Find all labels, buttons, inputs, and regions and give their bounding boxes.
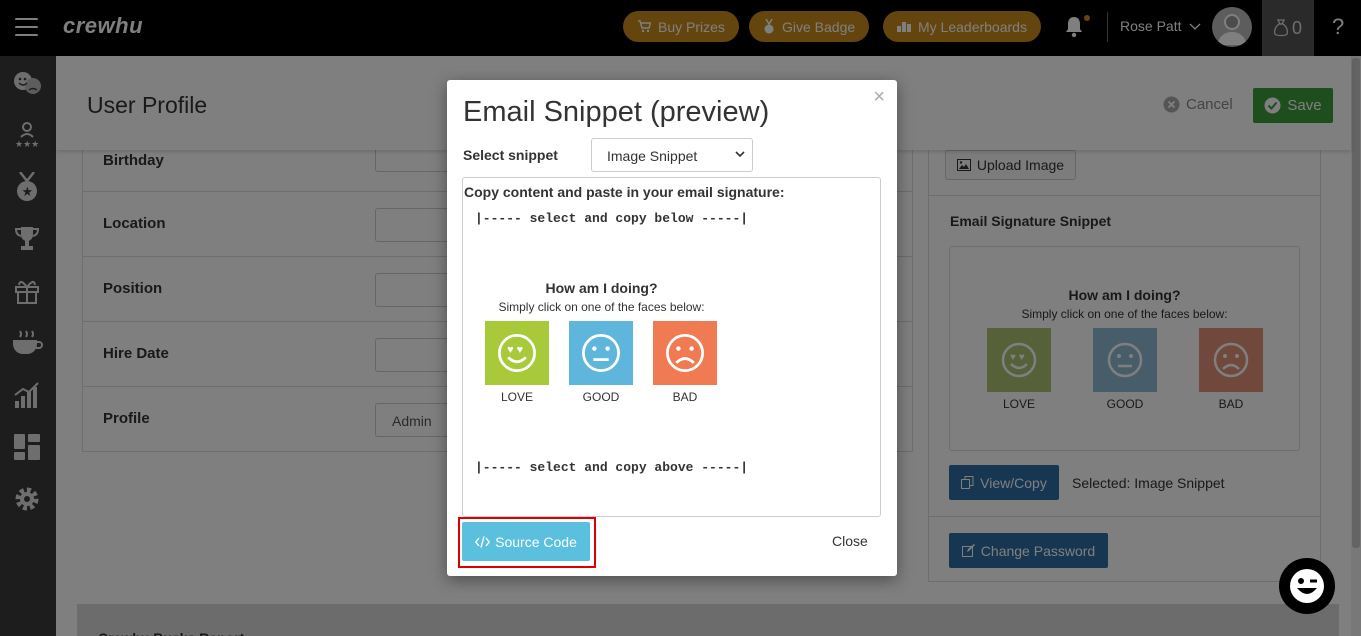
modal-close-icon[interactable]: ×	[873, 86, 885, 109]
chevron-down-icon	[735, 151, 745, 158]
preview-faces-title: How am I doing?	[545, 280, 658, 296]
preview-bad-label: BAD	[672, 390, 698, 404]
preview-good-label: GOOD	[582, 390, 620, 404]
snippet-select[interactable]: Image Snippet	[591, 138, 753, 172]
chat-widget-button[interactable]	[1279, 558, 1335, 614]
source-code-button[interactable]: Source Code	[462, 522, 590, 561]
snippet-preview-area[interactable]: Copy content and paste in your email sig…	[462, 177, 881, 517]
preview-faces-header: How am I doing? Simply click on one of t…	[463, 280, 740, 314]
marker-bottom: |----- select and copy above -----|	[475, 460, 749, 475]
preview-bad-face[interactable]	[653, 321, 717, 385]
marker-top: |----- select and copy below -----|	[475, 211, 749, 226]
source-code-label: Source Code	[495, 533, 577, 550]
preview-faces-subtitle: Simply click on one of the faces below:	[498, 300, 705, 314]
email-snippet-modal: × Email Snippet (preview) Select snippet…	[447, 80, 897, 576]
love-face-icon: ♥ ♥	[498, 334, 536, 372]
neutral-face-icon	[582, 334, 620, 372]
preview-love-label: LOVE	[500, 390, 533, 404]
preview-love-face[interactable]: ♥ ♥	[485, 321, 549, 385]
preview-good-face[interactable]	[569, 321, 633, 385]
sad-face-icon	[666, 334, 704, 372]
snippet-select-value: Image Snippet	[607, 148, 698, 164]
close-button[interactable]: Close	[832, 533, 868, 549]
code-icon	[475, 535, 491, 548]
modal-title: Email Snippet (preview)	[463, 96, 770, 128]
smiley-chat-icon	[1290, 569, 1324, 603]
svg-text:♥ ♥: ♥ ♥	[507, 344, 523, 356]
select-snippet-label: Select snippet	[463, 147, 558, 163]
snippet-instructions: Copy content and paste in your email sig…	[464, 184, 785, 200]
